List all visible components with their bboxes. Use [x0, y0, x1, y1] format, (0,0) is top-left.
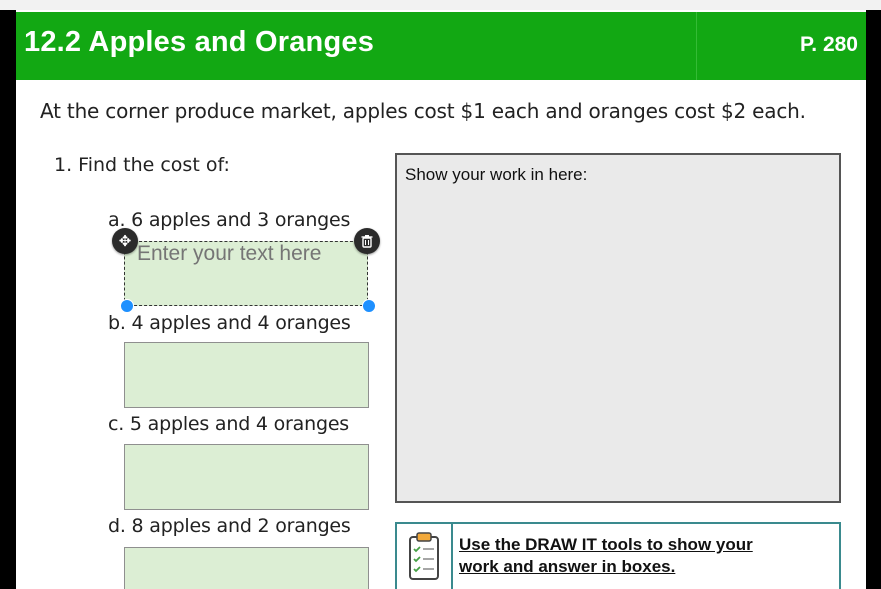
question-label: 1. Find the cost of:	[54, 154, 230, 176]
question-item-d: d. 8 apples and 2 oranges	[108, 515, 351, 537]
trash-icon[interactable]	[354, 228, 380, 254]
resize-handle-left[interactable]	[120, 299, 134, 313]
problem-intro: At the corner produce market, apples cos…	[40, 99, 806, 123]
answer-box-a[interactable]	[124, 241, 368, 306]
answer-box-c[interactable]	[124, 444, 369, 510]
draw-it-instruction: Use the DRAW IT tools to show your work …	[459, 534, 799, 578]
answer-text-input-a[interactable]	[137, 242, 367, 266]
browser-top-strip	[0, 0, 881, 10]
clipboard-checklist-icon	[409, 532, 439, 580]
header-divider	[696, 12, 697, 80]
instruction-box: Use the DRAW IT tools to show your work …	[395, 522, 841, 589]
work-area[interactable]: Show your work in here:	[395, 153, 841, 503]
worksheet-page: 12.2 Apples and Oranges P. 280 At the co…	[16, 10, 866, 589]
answer-box-d[interactable]	[124, 547, 369, 589]
lesson-header: 12.2 Apples and Oranges P. 280	[16, 12, 866, 80]
question-item-c: c. 5 apples and 4 oranges	[108, 413, 350, 435]
answer-box-b[interactable]	[124, 342, 369, 408]
instruction-icon-cell	[397, 524, 453, 589]
page-number: P. 280	[799, 33, 858, 56]
instruction-line-2: work and answer in boxes.	[459, 557, 676, 576]
instruction-line-1: Use the DRAW IT tools to show your	[459, 535, 753, 554]
lesson-title: 12.2 Apples and Oranges	[24, 26, 375, 58]
move-handle-icon[interactable]: ✥	[112, 228, 138, 254]
work-area-label: Show your work in here:	[405, 165, 588, 184]
question-item-a: a. 6 apples and 3 oranges	[108, 209, 351, 231]
resize-handle-right[interactable]	[362, 299, 376, 313]
question-item-b: b. 4 apples and 4 oranges	[108, 312, 351, 334]
